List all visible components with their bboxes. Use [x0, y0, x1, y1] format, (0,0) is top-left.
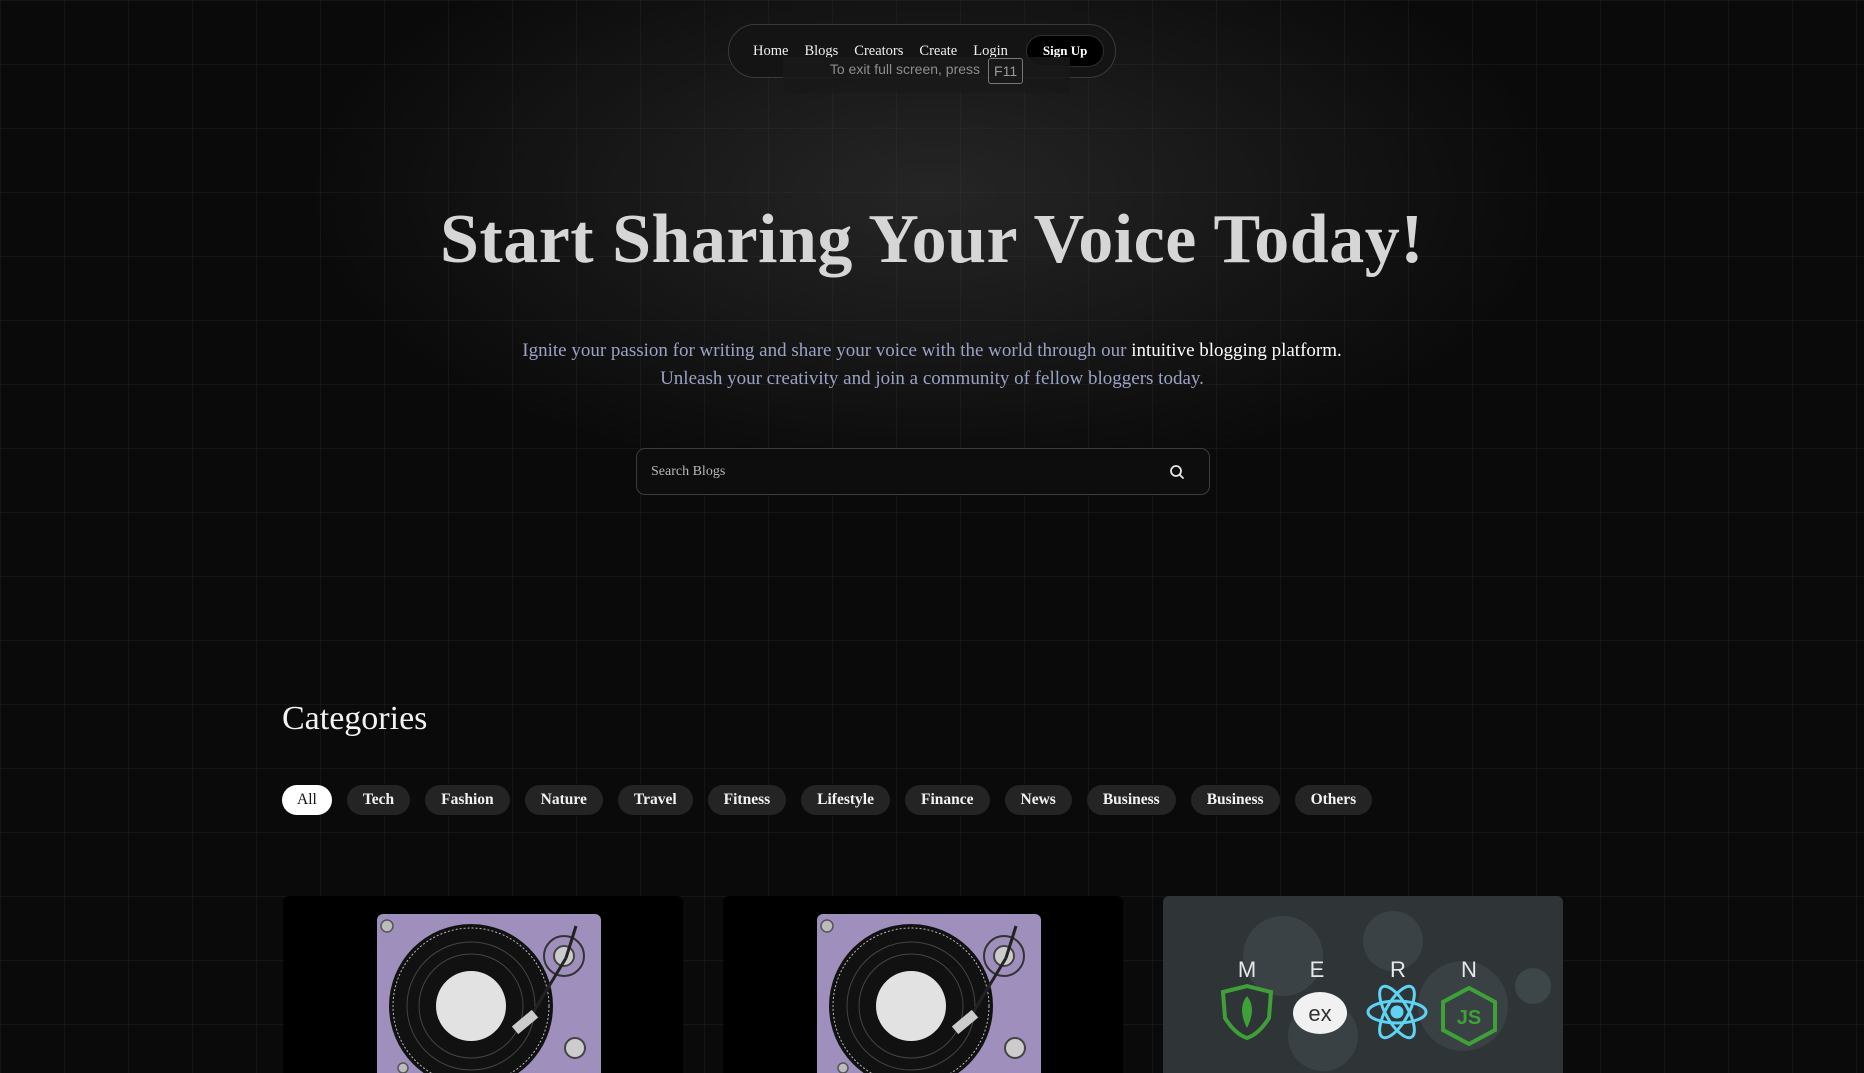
category-chip-others[interactable]: Others — [1294, 785, 1373, 815]
fullscreen-toast-message: To exit full screen, press — [829, 61, 981, 77]
category-chip-all[interactable]: All — [282, 785, 332, 815]
svg-text:JS: JS — [1457, 1007, 1481, 1029]
hero-description: Ignite your passion for writing and shar… — [520, 337, 1344, 393]
category-chip-finance[interactable]: Finance — [904, 785, 990, 815]
hero-desc-part1: Ignite your passion for writing and shar… — [522, 340, 1132, 361]
category-chip-fashion[interactable]: Fashion — [425, 785, 510, 815]
mern-stack-image: M E R N ex JS — [1220, 911, 1551, 1071]
fullscreen-exit-toast: To exit full screen, press F11 — [783, 57, 1070, 93]
turntable-image — [377, 914, 601, 1073]
svg-text:N: N — [1461, 957, 1477, 982]
category-chip-fitness[interactable]: Fitness — [707, 785, 787, 815]
search-input[interactable] — [649, 462, 1165, 481]
category-chips: All Tech Fashion Nature Travel Fitness L… — [282, 785, 1373, 815]
category-chip-business-2[interactable]: Business — [1190, 785, 1280, 815]
category-chip-nature[interactable]: Nature — [524, 785, 603, 815]
hero-title: Start Sharing Your Voice Today! — [439, 201, 1425, 278]
categories-heading: Categories — [282, 700, 428, 737]
svg-text:ex: ex — [1308, 1001, 1331, 1026]
search-icon[interactable] — [1165, 460, 1189, 484]
hero-desc-highlight: intuitive blogging platform. — [1131, 340, 1342, 361]
hero-desc-part2: Unleash your creativity and join a commu… — [660, 368, 1204, 389]
fullscreen-toast-key: F11 — [988, 58, 1024, 84]
category-chip-news[interactable]: News — [1004, 785, 1072, 815]
category-chip-travel[interactable]: Travel — [617, 785, 693, 815]
svg-text:M: M — [1238, 957, 1256, 982]
category-chip-business[interactable]: Business — [1086, 785, 1176, 815]
blog-card[interactable] — [723, 896, 1123, 1073]
category-chip-lifestyle[interactable]: Lifestyle — [801, 785, 890, 815]
svg-text:R: R — [1390, 957, 1406, 982]
search-bar — [636, 448, 1210, 495]
blog-card[interactable]: M E R N ex JS — [1163, 896, 1563, 1073]
category-chip-tech[interactable]: Tech — [346, 785, 411, 815]
turntable-image — [817, 914, 1041, 1073]
blog-card[interactable] — [283, 896, 683, 1073]
svg-text:E: E — [1310, 957, 1325, 982]
